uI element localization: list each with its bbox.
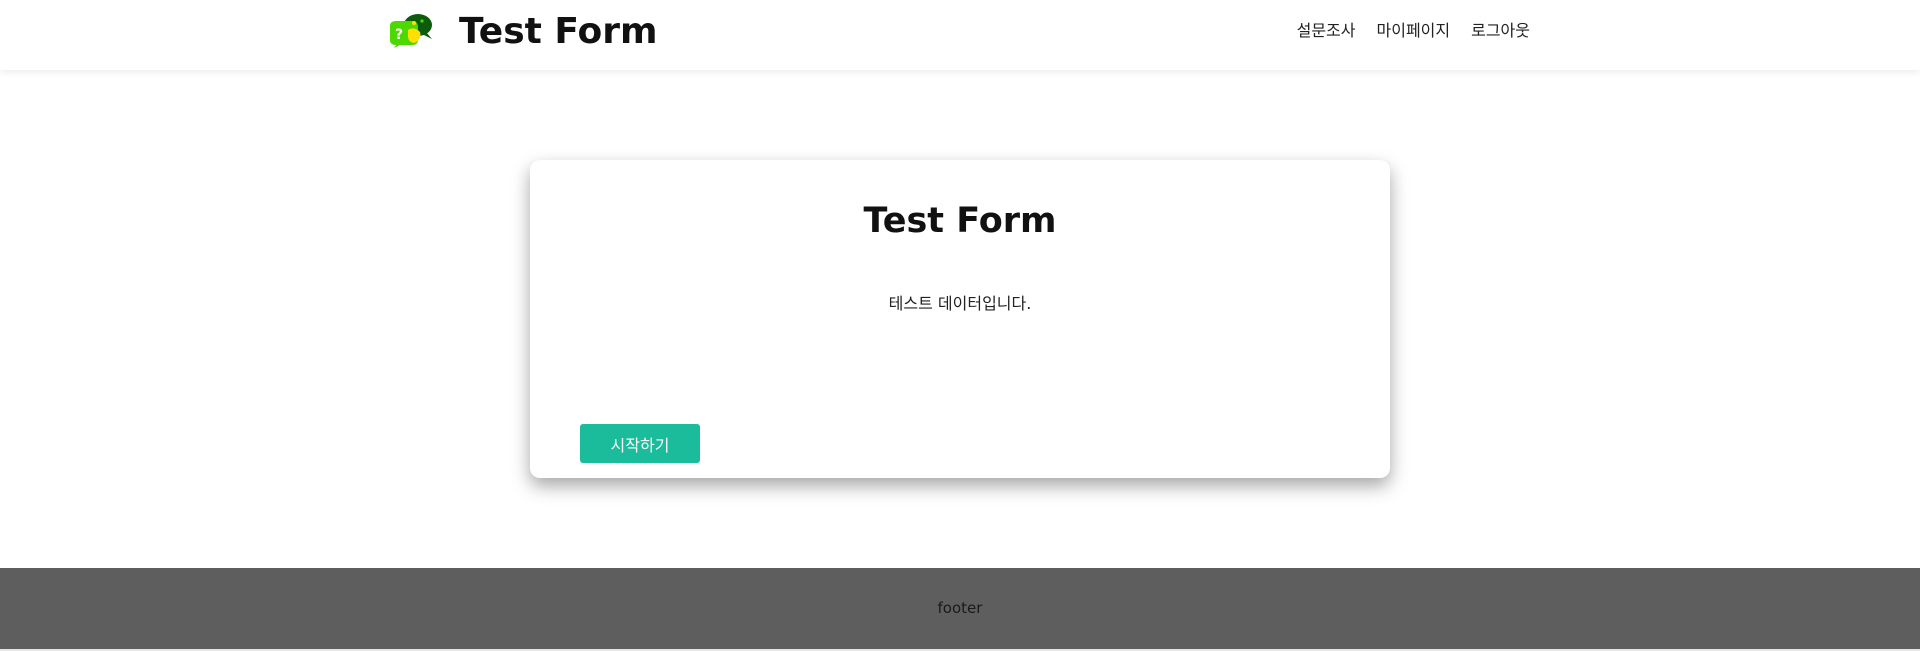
nav-logout[interactable]: 로그아웃 <box>1471 20 1530 42</box>
logo-icon[interactable]: ? <box>388 12 434 48</box>
nav-survey[interactable]: 설문조사 <box>1297 20 1356 42</box>
footer-text: footer <box>937 599 983 617</box>
form-title: Test Form <box>863 201 1057 241</box>
site-header: ? Test Form 설문조사 마이페이지 로그아웃 <box>0 0 1920 70</box>
form-description: 테스트 데이터입니다. <box>888 294 1032 313</box>
main-nav: 설문조사 마이페이지 로그아웃 <box>1297 20 1530 42</box>
form-card: Test Form 테스트 데이터입니다. 시작하기 <box>530 160 1390 478</box>
nav-mypage[interactable]: 마이페이지 <box>1377 20 1451 42</box>
site-title[interactable]: Test Form <box>459 10 658 54</box>
start-button[interactable]: 시작하기 <box>580 424 700 463</box>
site-footer: footer <box>0 568 1920 651</box>
svg-text:?: ? <box>395 27 403 43</box>
